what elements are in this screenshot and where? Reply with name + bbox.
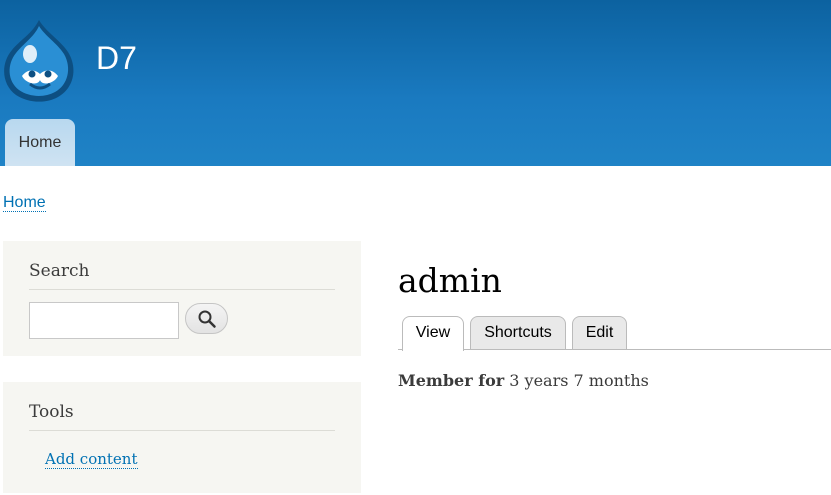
tab-view[interactable]: View — [402, 316, 464, 351]
breadcrumb: Home — [3, 193, 46, 213]
tools-block: Tools Add content — [3, 382, 361, 493]
site-header: D7 Home — [0, 0, 831, 166]
member-for-label: Member for — [398, 371, 505, 390]
tab-shortcuts[interactable]: Shortcuts — [470, 316, 566, 350]
page-title: admin — [398, 261, 502, 300]
site-name[interactable]: D7 — [96, 38, 137, 78]
search-icon — [198, 310, 216, 328]
member-info: Member for 3 years 7 months — [398, 370, 649, 392]
search-block-title: Search — [29, 261, 335, 290]
search-button[interactable] — [185, 303, 228, 334]
nav-item-home[interactable]: Home — [5, 119, 75, 166]
tab-edit[interactable]: Edit — [572, 316, 627, 350]
drupal-logo-icon[interactable] — [2, 18, 76, 102]
tools-block-title: Tools — [29, 402, 335, 431]
search-block: Search — [3, 241, 361, 356]
add-content-link[interactable]: Add content — [45, 450, 138, 469]
search-input[interactable] — [29, 302, 179, 339]
breadcrumb-home-link[interactable]: Home — [3, 194, 46, 212]
member-for-value: 3 years 7 months — [509, 371, 649, 390]
